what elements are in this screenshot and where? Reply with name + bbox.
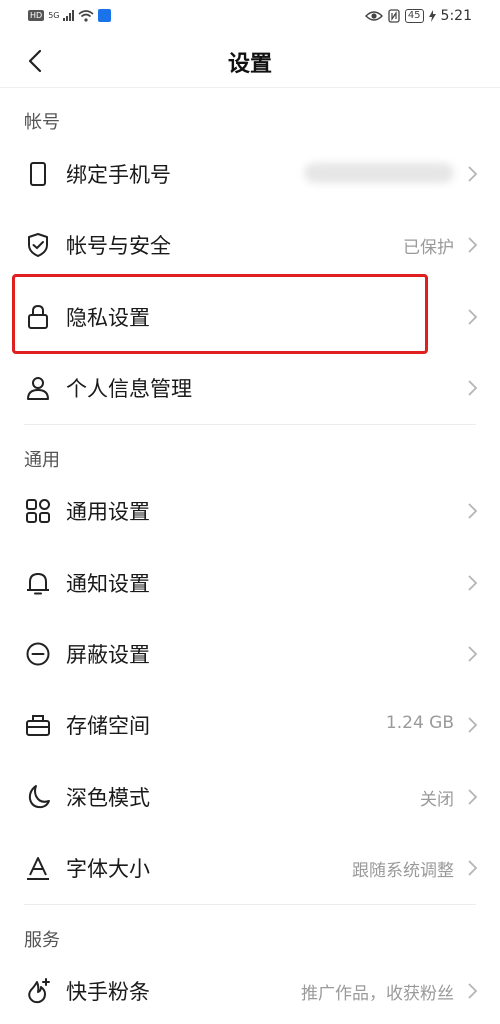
- row-value: 关闭: [420, 790, 454, 810]
- signal-icon: [63, 10, 75, 21]
- charging-icon: [428, 10, 436, 22]
- header-divider: [0, 87, 500, 88]
- wifi-icon: [78, 9, 95, 22]
- chevron-right-icon: [468, 789, 478, 805]
- network-type: 5G: [48, 11, 60, 20]
- row-label: 帐号与安全: [66, 234, 171, 258]
- font-size-icon: [27, 857, 49, 880]
- chevron-right-icon: [468, 860, 478, 876]
- chevron-right-icon: [468, 503, 478, 519]
- row-bind-phone[interactable]: 绑定手机号: [0, 141, 500, 207]
- section-divider: [24, 424, 476, 425]
- status-bar-right: 45 5:21: [364, 8, 472, 24]
- row-label: 通知设置: [66, 572, 150, 596]
- chevron-right-icon: [468, 717, 478, 733]
- chevron-right-icon: [468, 646, 478, 662]
- nfc-icon: [388, 9, 400, 23]
- row-label: 深色模式: [66, 786, 150, 810]
- row-label: 字体大小: [66, 857, 150, 881]
- hd-badge: HD: [28, 10, 45, 21]
- row-privacy[interactable]: 隐私设置: [0, 284, 500, 350]
- row-kuaishou-fan[interactable]: 快手粉条 推广作品，收获粉丝: [0, 958, 500, 1024]
- row-label: 隐私设置: [66, 306, 150, 330]
- row-personal-info[interactable]: 个人信息管理: [0, 355, 500, 421]
- phone-number-masked: [304, 163, 454, 183]
- row-label: 存储空间: [66, 714, 150, 738]
- row-label: 通用设置: [66, 500, 150, 524]
- row-font-size[interactable]: 字体大小 跟随系统调整: [0, 835, 500, 901]
- clock: 5:21: [440, 8, 472, 24]
- flame-plus-icon: [28, 978, 50, 1004]
- eye-icon: [364, 11, 383, 21]
- battery-icon: 45: [404, 9, 424, 23]
- row-label: 屏蔽设置: [66, 643, 150, 667]
- chevron-right-icon: [468, 166, 478, 182]
- row-value: 已保护: [403, 238, 454, 258]
- section-divider: [24, 904, 476, 905]
- row-label: 快手粉条: [66, 980, 150, 1004]
- grid-icon: [26, 499, 50, 523]
- lock-icon: [28, 304, 48, 329]
- app-notification-icon: [98, 9, 112, 22]
- row-value: 跟随系统调整: [352, 861, 454, 881]
- row-block[interactable]: 屏蔽设置: [0, 621, 500, 687]
- moon-icon: [28, 785, 50, 809]
- section-title-general: 通用: [24, 450, 60, 471]
- status-bar: HD 5G 45 5:21: [0, 0, 500, 34]
- chevron-right-icon: [468, 983, 478, 999]
- header: 设置: [0, 34, 500, 88]
- section-title-account: 帐号: [24, 112, 60, 133]
- storage-box-icon: [26, 715, 50, 736]
- chevron-right-icon: [468, 380, 478, 396]
- status-bar-left: HD 5G: [28, 9, 112, 22]
- row-account-security[interactable]: 帐号与安全 已保护: [0, 212, 500, 278]
- bell-icon: [27, 573, 49, 595]
- shield-check-icon: [28, 233, 48, 257]
- row-label: 个人信息管理: [66, 377, 192, 401]
- row-value: 1.24 GB: [385, 713, 454, 733]
- chevron-right-icon: [468, 575, 478, 591]
- phone-icon: [30, 162, 46, 186]
- block-icon: [26, 642, 50, 666]
- row-value: 推广作品，收获粉丝: [301, 984, 454, 1004]
- page-title: 设置: [227, 52, 272, 77]
- person-icon: [27, 377, 49, 400]
- row-storage[interactable]: 存储空间 1.24 GB: [0, 692, 500, 758]
- row-dark-mode[interactable]: 深色模式 关闭: [0, 764, 500, 830]
- chevron-right-icon: [468, 237, 478, 253]
- row-general-settings[interactable]: 通用设置: [0, 478, 500, 544]
- section-title-service: 服务: [24, 930, 60, 951]
- row-notification[interactable]: 通知设置: [0, 550, 500, 616]
- row-label: 绑定手机号: [66, 163, 171, 187]
- chevron-right-icon: [468, 309, 478, 325]
